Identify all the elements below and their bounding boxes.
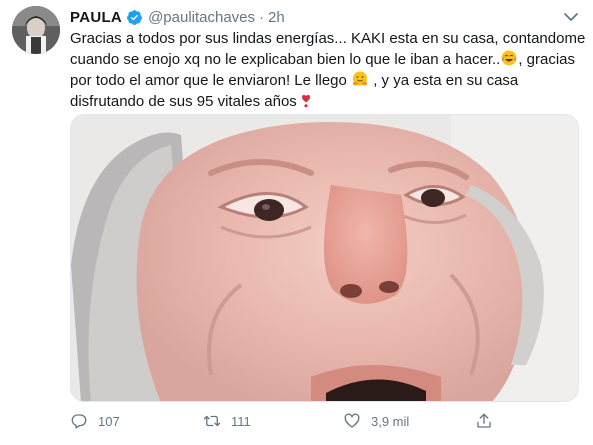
separator-dot: · xyxy=(259,8,265,26)
tweet-text-line-4: disfrutando de sus 95 vitales años xyxy=(70,91,580,112)
retweet-button[interactable]: 111 xyxy=(203,408,251,434)
tweet[interactable]: PAULA @paulitachaves · 2h Gracias a todo… xyxy=(0,0,593,445)
reply-button[interactable]: 107 xyxy=(70,408,120,434)
tweet-text-segment: cuando se enojo xq no le explicaban bien… xyxy=(70,51,501,68)
share-button[interactable] xyxy=(475,408,493,434)
timestamp[interactable]: 2h xyxy=(268,9,285,26)
like-button[interactable]: 3,9 mil xyxy=(343,408,409,434)
tweet-text-line-2: cuando se enojo xq no le explicaban bien… xyxy=(70,49,580,70)
retweet-count: 111 xyxy=(231,413,251,429)
tweet-photo[interactable] xyxy=(70,114,579,402)
reply-icon xyxy=(71,414,87,429)
tweet-text-segment: disfrutando de sus 95 vitales años xyxy=(70,93,297,110)
tweet-text-segment: , gracias xyxy=(518,51,576,68)
author-name[interactable]: PAULA xyxy=(70,9,122,26)
tweet-text-line-1: Gracias a todos por sus lindas energías.… xyxy=(70,30,586,47)
share-icon xyxy=(477,413,491,428)
tweet-text-segment: por todo el amor que le enviaron! Le lle… xyxy=(70,72,347,89)
face-with-tears-of-joy-icon xyxy=(501,50,517,66)
tweet-actions: 107 111 3,9 mil xyxy=(70,408,530,434)
retweet-icon xyxy=(203,415,221,427)
tweet-text: Gracias a todos por sus lindas energías.… xyxy=(70,28,586,112)
heavy-heart-exclamation-icon xyxy=(298,92,314,108)
like-count: 3,9 mil xyxy=(371,413,410,429)
reply-count: 107 xyxy=(98,413,120,429)
tweet-text-segment: , y ya esta en su casa xyxy=(369,72,519,89)
chevron-down-icon[interactable] xyxy=(562,10,580,24)
tweet-text-line-3: por todo el amor que le enviaron! Le lle… xyxy=(70,70,580,91)
heart-icon xyxy=(344,413,360,428)
author-handle[interactable]: @paulitachaves xyxy=(148,9,255,26)
verified-badge-icon xyxy=(126,9,143,26)
avatar[interactable] xyxy=(12,6,60,54)
tweet-header: PAULA @paulitachaves · 2h xyxy=(70,6,285,28)
hugging-face-icon xyxy=(352,71,368,87)
